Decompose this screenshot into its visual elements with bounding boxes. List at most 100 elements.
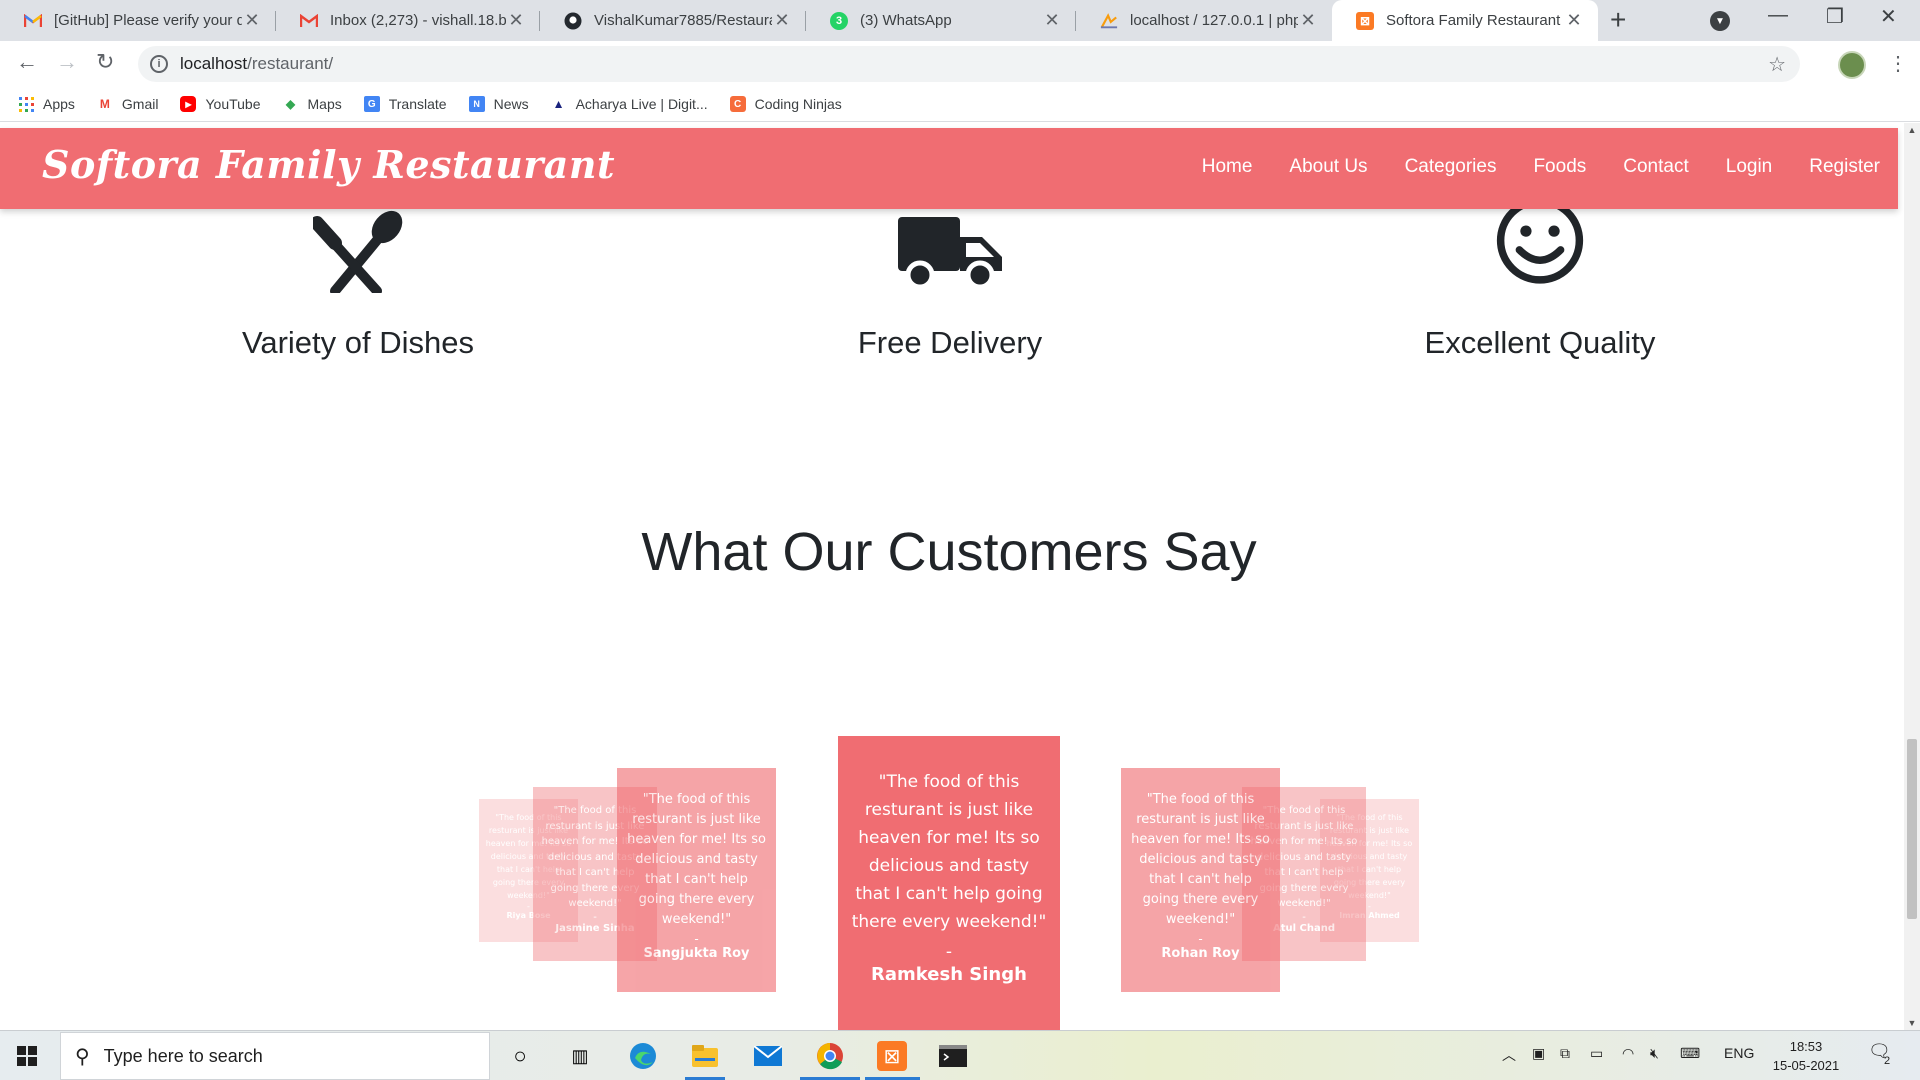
tab-strip: [GitHub] Please verify your device ✕ Inb…: [0, 0, 1920, 41]
feature-delivery: Free Delivery: [740, 203, 1160, 361]
nav-about-us[interactable]: About Us: [1289, 156, 1367, 178]
system-clock[interactable]: 18:53 15-05-2021: [1766, 1037, 1846, 1075]
close-icon[interactable]: ✕: [1298, 10, 1318, 31]
testimonial-card[interactable]: "The food of this resturant is just like…: [617, 768, 776, 992]
search-icon: ⚲: [75, 1045, 90, 1068]
terminal-icon[interactable]: [938, 1041, 968, 1071]
url-text[interactable]: localhost/restaurant/: [180, 54, 333, 74]
language-indicator[interactable]: ENG: [1724, 1045, 1754, 1061]
bookmark-maps[interactable]: ◆ Maps: [283, 96, 342, 112]
forward-icon[interactable]: →: [56, 49, 78, 75]
smiley-icon: [1330, 203, 1750, 293]
gmail-icon: [24, 12, 42, 30]
wifi-icon[interactable]: ◠: [1622, 1045, 1634, 1062]
tab-gmail-inbox[interactable]: Inbox (2,273) - vishall.18.bec ✕: [276, 0, 540, 41]
youtube-icon: ▶: [180, 96, 197, 112]
nav-home[interactable]: Home: [1202, 156, 1253, 178]
tab-github-verify[interactable]: [GitHub] Please verify your device ✕: [0, 0, 276, 41]
page-viewport: Softora Family Restaurant Home About Us …: [0, 123, 1904, 1030]
feature-label: Excellent Quality: [1424, 325, 1656, 360]
avatar[interactable]: [1838, 51, 1866, 79]
clock-date: 15-05-2021: [1772, 1058, 1840, 1073]
feature-quality: Excellent Quality: [1330, 203, 1750, 361]
scroll-up-icon[interactable]: ▲: [1904, 125, 1920, 135]
cortana-icon[interactable]: ○: [505, 1041, 535, 1071]
translate-icon: G: [363, 96, 380, 112]
feature-label: Variety of Dishes: [241, 325, 474, 360]
menu-dots-icon[interactable]: ⋮: [1888, 51, 1908, 76]
tab-title: (3) WhatsApp: [860, 12, 952, 29]
close-icon[interactable]: ✕: [1564, 10, 1584, 31]
github-icon: [564, 12, 582, 30]
bookmark-acharya[interactable]: ▲ Acharya Live | Digit...: [551, 96, 708, 112]
new-tab-button[interactable]: +: [1610, 4, 1626, 36]
screen-share-icon[interactable]: ⧉: [1560, 1045, 1570, 1062]
windows-start-icon[interactable]: [17, 1046, 37, 1066]
testimonials-title: What Our Customers Say: [641, 522, 1257, 582]
volume-muted-icon[interactable]: 🔇︎: [1650, 1045, 1659, 1062]
file-explorer-icon[interactable]: [690, 1041, 720, 1071]
nav-categories[interactable]: Categories: [1405, 156, 1497, 178]
bookmark-apps[interactable]: Apps: [18, 96, 75, 112]
keyboard-icon[interactable]: ⌨: [1680, 1045, 1700, 1062]
testimonial-author: Ramkesh Singh: [871, 964, 1027, 985]
testimonial-card[interactable]: "The food of this resturant is just like…: [1121, 768, 1280, 992]
minimize-icon[interactable]: —: [1768, 4, 1788, 27]
browser-toolbar: ← → ↻ i localhost/restaurant/ ☆ ⋮: [0, 41, 1920, 87]
mail-icon[interactable]: [753, 1041, 783, 1071]
tab-title: [GitHub] Please verify your device: [54, 12, 242, 29]
edge-icon[interactable]: [628, 1041, 658, 1071]
nav-register[interactable]: Register: [1809, 156, 1880, 178]
notification-count: 2: [1884, 1055, 1891, 1067]
xampp-icon: ⊠: [1356, 11, 1374, 30]
site-brand[interactable]: Softora Family Restaurant: [42, 142, 615, 187]
tab-title: localhost / 127.0.0.1 | phpMyAdmin: [1130, 12, 1298, 29]
page-scrollbar[interactable]: ▲ ▼: [1904, 123, 1920, 1030]
bookmark-star-icon[interactable]: ☆: [1768, 52, 1786, 77]
acharya-icon: ▲: [552, 97, 565, 111]
scroll-down-icon[interactable]: ▼: [1904, 1018, 1920, 1028]
bookmarks-bar: Apps M Gmail ▶ YouTube ◆ Maps G Translate NN…: [0, 87, 1920, 122]
xampp-icon[interactable]: ⊠: [877, 1041, 907, 1071]
truck-icon: [740, 203, 1160, 293]
chrome-icon[interactable]: [815, 1041, 845, 1071]
chevron-up-icon[interactable]: ︿: [1502, 1045, 1516, 1065]
close-icon[interactable]: ✕: [506, 10, 526, 31]
bookmark-youtube[interactable]: ▶ YouTube: [180, 96, 261, 112]
news-icon: N: [468, 96, 485, 112]
close-icon[interactable]: ✕: [1042, 10, 1062, 31]
testimonial-card-active[interactable]: "The food of this resturant is just like…: [838, 736, 1060, 1030]
tab-whatsapp[interactable]: 3 (3) WhatsApp ✕: [806, 0, 1076, 41]
restore-icon[interactable]: ❐: [1826, 4, 1844, 29]
nav-contact[interactable]: Contact: [1623, 156, 1688, 178]
tab-softora-active[interactable]: ⊠ Softora Family Restaurant ✕: [1332, 0, 1598, 41]
bookmark-gmail[interactable]: M Gmail: [97, 96, 159, 112]
reload-icon[interactable]: ↻: [96, 49, 114, 75]
back-icon[interactable]: ←: [16, 49, 38, 75]
battery-icon[interactable]: ▭: [1590, 1045, 1603, 1062]
utensils-icon: [148, 203, 568, 293]
testimonial-quote: "The food of this resturant is just like…: [851, 772, 1047, 932]
tab-search-icon[interactable]: ▼: [1710, 11, 1730, 31]
clock-time: 18:53: [1789, 1039, 1823, 1054]
tab-phpmyadmin[interactable]: localhost / 127.0.0.1 | phpMyAdmin ✕: [1076, 0, 1332, 41]
webcam-icon[interactable]: ▣: [1532, 1045, 1545, 1062]
taskbar-search[interactable]: ⚲ Type here to search: [60, 1032, 490, 1080]
close-icon[interactable]: ✕: [772, 10, 792, 31]
nav-login[interactable]: Login: [1726, 156, 1773, 178]
tab-title: Inbox (2,273) - vishall.18.bec: [330, 12, 506, 29]
site-info-icon[interactable]: i: [150, 55, 168, 73]
close-icon[interactable]: ✕: [242, 10, 262, 31]
address-bar[interactable]: i localhost/restaurant/ ☆: [138, 46, 1800, 82]
bookmark-translate[interactable]: G Translate: [363, 96, 447, 112]
nav-foods[interactable]: Foods: [1533, 156, 1586, 178]
tab-github-repo[interactable]: VishalKumar7885/Restaurant ✕: [540, 0, 806, 41]
feature-variety: Variety of Dishes: [148, 203, 568, 361]
window-close-icon[interactable]: ✕: [1880, 4, 1897, 29]
scrollbar-thumb[interactable]: [1907, 739, 1917, 919]
task-view-icon[interactable]: ▥: [565, 1041, 595, 1071]
tab-title: VishalKumar7885/Restaurant: [594, 12, 772, 29]
maps-icon: ◆: [285, 97, 296, 111]
bookmark-news[interactable]: N News: [468, 96, 529, 112]
bookmark-coding-ninjas[interactable]: C Coding Ninjas: [729, 96, 842, 112]
